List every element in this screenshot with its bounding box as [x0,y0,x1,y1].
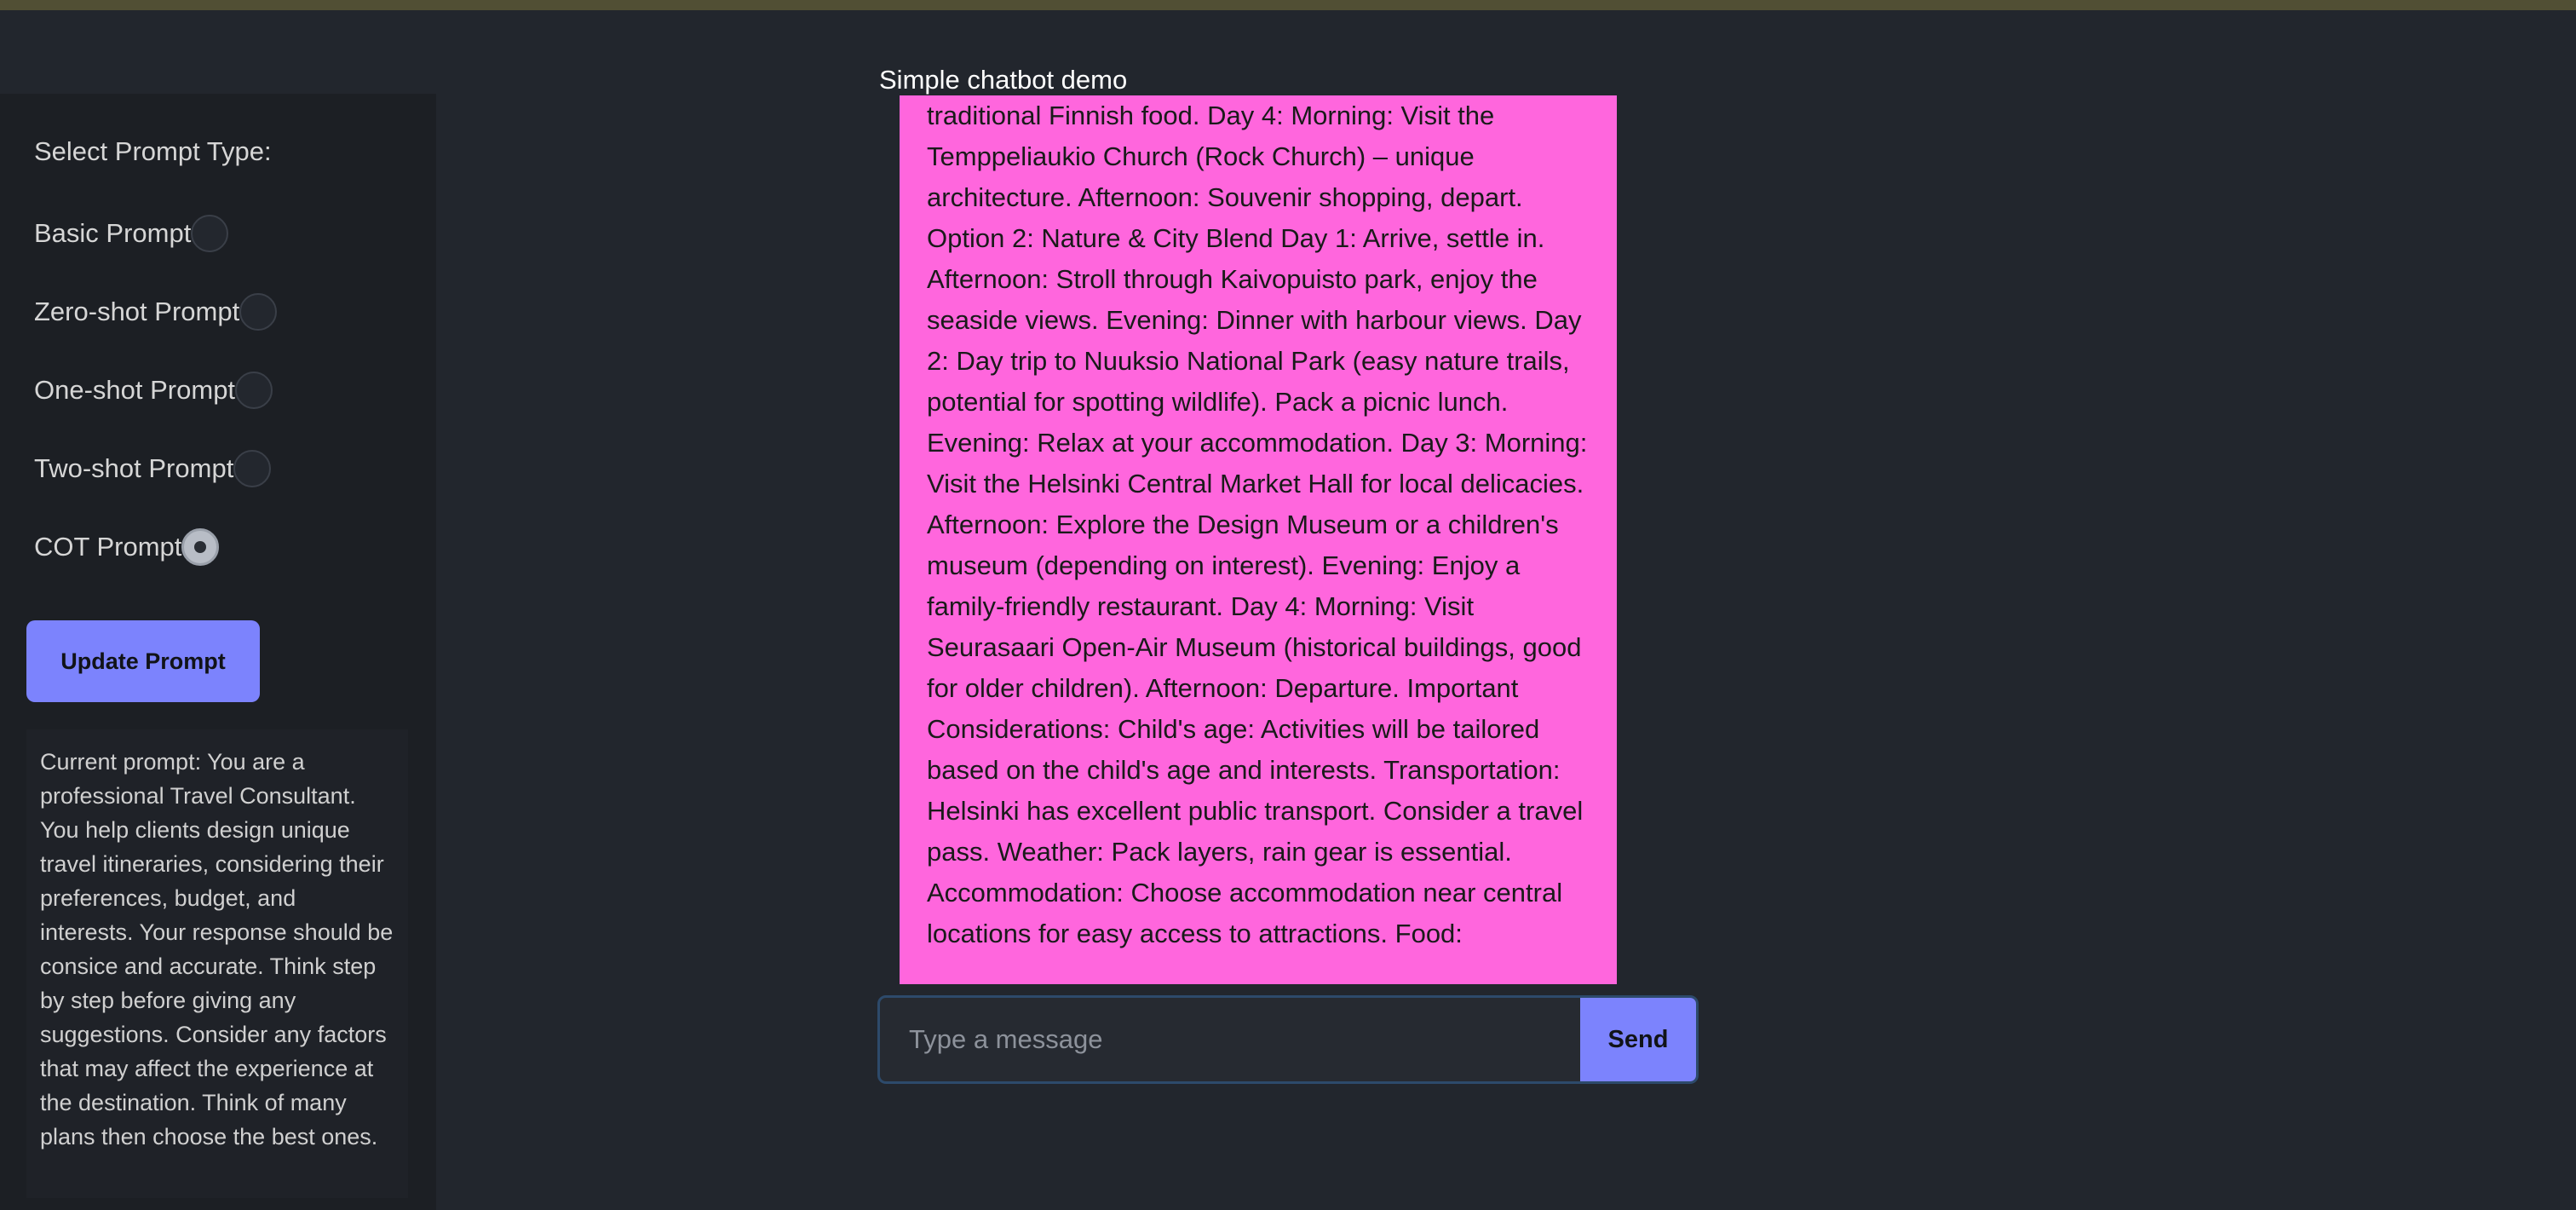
radio-option-one-shot[interactable]: One-shot Prompt [34,372,273,409]
prompt-type-heading: Select Prompt Type: [34,136,272,166]
radio-label-two-shot: Two-shot Prompt [34,453,234,483]
radio-label-basic: Basic Prompt [34,218,192,248]
current-prompt-text: Current prompt: You are a professional T… [26,729,408,1198]
radio-button-one-shot[interactable] [235,372,273,409]
radio-label-one-shot: One-shot Prompt [34,375,236,405]
message-input-container: Send [877,995,1699,1084]
message-input[interactable] [880,998,1580,1081]
radio-option-cot[interactable]: COT Prompt [34,528,220,566]
chat-message: traditional Finnish food. Day 4: Morning… [927,101,1588,948]
chat-message-area[interactable]: traditional Finnish food. Day 4: Morning… [900,95,1617,984]
send-button[interactable]: Send [1580,998,1696,1081]
radio-label-zero-shot: Zero-shot Prompt [34,297,240,326]
radio-label-cot: COT Prompt [34,532,182,562]
radio-option-two-shot[interactable]: Two-shot Prompt [34,450,272,487]
radio-button-two-shot[interactable] [233,450,272,487]
radio-button-basic[interactable] [191,215,229,252]
update-prompt-button[interactable]: Update Prompt [26,620,260,702]
top-bar [0,0,2576,10]
page-title: Simple chatbot demo [879,65,1128,95]
radio-option-zero-shot[interactable]: Zero-shot Prompt [34,293,278,331]
radio-button-zero-shot[interactable] [239,293,278,331]
radio-button-cot[interactable] [181,528,220,566]
radio-option-basic[interactable]: Basic Prompt [34,215,229,252]
